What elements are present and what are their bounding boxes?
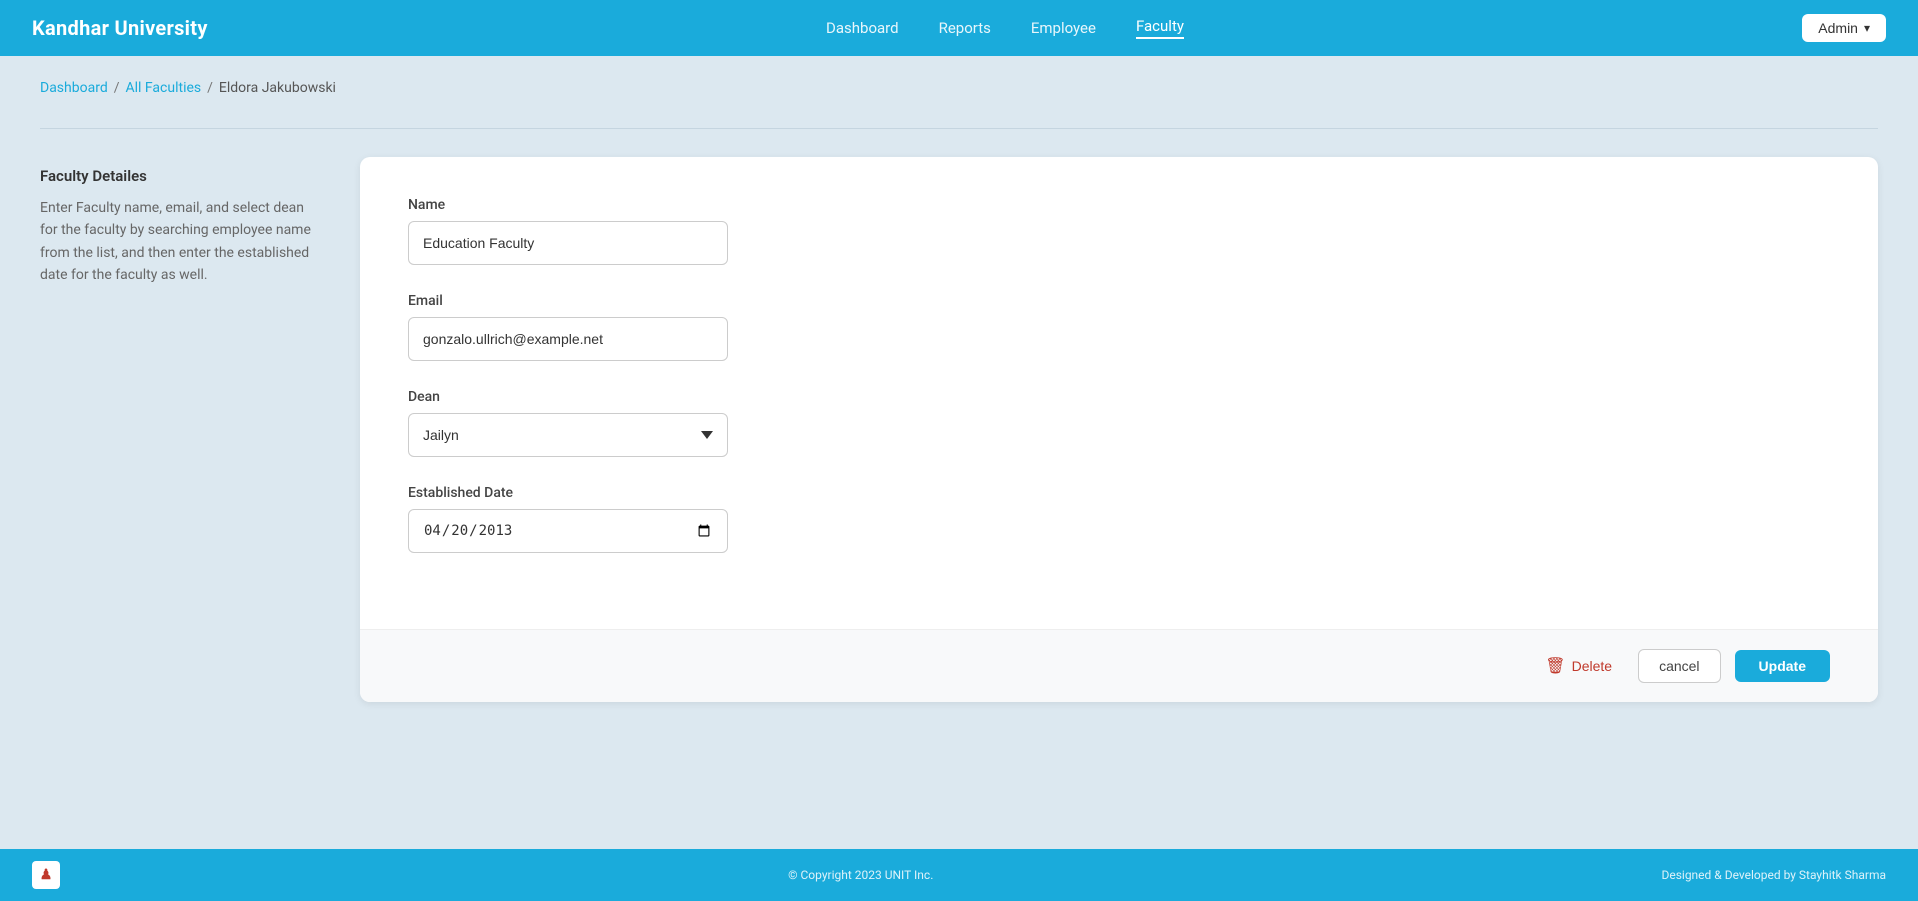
breadcrumb-sep-1: / — [114, 80, 120, 96]
header-divider — [40, 128, 1878, 129]
name-label: Name — [408, 197, 1830, 213]
established-date-group: Established Date — [408, 485, 1830, 553]
sidebar-description: Enter Faculty name, email, and select de… — [40, 197, 320, 287]
header-right: Admin ▾ — [1802, 14, 1886, 42]
breadcrumb-dashboard[interactable]: Dashboard — [40, 80, 108, 96]
form-card: Name Email Dean Jailyn Other Dean 1 Othe… — [360, 157, 1878, 702]
admin-label: Admin — [1818, 20, 1858, 36]
main-nav: Dashboard Reports Employee Faculty — [826, 17, 1184, 39]
footer-credits: Designed & Developed by Stayhitk Sharma — [1661, 868, 1886, 882]
delete-button[interactable]: 🗑 Delete — [1533, 648, 1624, 684]
breadcrumb-sep-2: / — [207, 80, 213, 96]
main-content: Dashboard / All Faculties / Eldora Jakub… — [0, 56, 1918, 849]
name-group: Name — [408, 197, 1830, 265]
form-body: Name Email Dean Jailyn Other Dean 1 Othe… — [360, 157, 1878, 629]
chevron-down-icon: ▾ — [1864, 21, 1870, 35]
form-footer: 🗑 Delete cancel Update — [360, 629, 1878, 702]
footer-logo: ♟ — [32, 861, 60, 889]
sidebar-info: Faculty Detailes Enter Faculty name, ema… — [40, 157, 320, 287]
breadcrumb-current: Eldora Jakubowski — [219, 80, 336, 96]
update-button[interactable]: Update — [1735, 650, 1830, 682]
established-date-label: Established Date — [408, 485, 1830, 501]
dean-group: Dean Jailyn Other Dean 1 Other Dean 2 — [408, 389, 1830, 457]
email-label: Email — [408, 293, 1830, 309]
nav-employee[interactable]: Employee — [1031, 19, 1096, 37]
brand-title: Kandhar University — [32, 16, 208, 40]
trash-icon: 🗑 — [1545, 656, 1565, 676]
nav-reports[interactable]: Reports — [939, 19, 991, 37]
name-input[interactable] — [408, 221, 728, 265]
page-footer: ♟ © Copyright 2023 UNIT Inc. Designed & … — [0, 849, 1918, 901]
established-date-input[interactable] — [408, 509, 728, 553]
sidebar-title: Faculty Detailes — [40, 167, 320, 185]
footer-logo-icon: ♟ — [32, 861, 60, 889]
page-layout: Faculty Detailes Enter Faculty name, ema… — [40, 157, 1878, 702]
nav-faculty[interactable]: Faculty — [1136, 17, 1184, 39]
footer-copyright: © Copyright 2023 UNIT Inc. — [788, 868, 933, 882]
header: Kandhar University Dashboard Reports Emp… — [0, 0, 1918, 56]
email-input[interactable] — [408, 317, 728, 361]
nav-dashboard[interactable]: Dashboard — [826, 19, 899, 37]
cancel-button[interactable]: cancel — [1638, 649, 1720, 683]
admin-button[interactable]: Admin ▾ — [1802, 14, 1886, 42]
breadcrumb-all-faculties[interactable]: All Faculties — [126, 80, 202, 96]
dean-select[interactable]: Jailyn Other Dean 1 Other Dean 2 — [408, 413, 728, 457]
dean-label: Dean — [408, 389, 1830, 405]
delete-label: Delete — [1572, 658, 1612, 674]
breadcrumb: Dashboard / All Faculties / Eldora Jakub… — [40, 80, 1878, 96]
email-group: Email — [408, 293, 1830, 361]
